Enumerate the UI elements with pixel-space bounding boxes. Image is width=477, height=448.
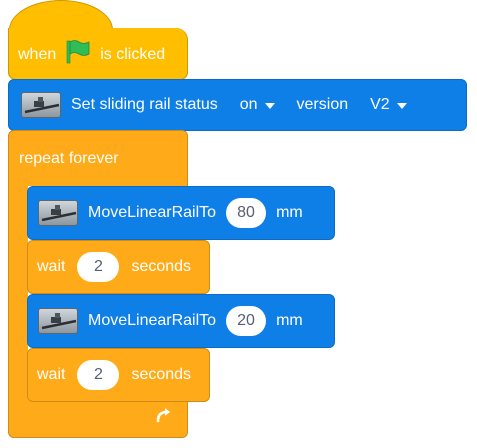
sliding-rail-icon [38, 200, 78, 226]
repeat-forever-block[interactable]: repeat forever [8, 130, 188, 186]
seconds-label: seconds [131, 258, 192, 275]
set-sliding-rail-block[interactable]: Set sliding rail status on version V2 [8, 79, 467, 131]
is-clicked-label: is clicked [100, 45, 166, 63]
wait-block[interactable]: wait 2 seconds [27, 348, 210, 402]
repeat-forever-label: repeat forever [19, 150, 119, 167]
version-value: V2 [370, 96, 390, 113]
version-label: version [296, 96, 349, 113]
move-linear-rail-block[interactable]: MoveLinearRailTo 80 mm [27, 186, 335, 240]
sliding-rail-icon [38, 308, 78, 334]
wait-seconds-input[interactable]: 2 [77, 360, 120, 390]
sliding-rail-icon [21, 92, 61, 118]
when-label: when [18, 45, 57, 63]
move-label: MoveLinearRailTo [88, 312, 217, 329]
loop-arrow-icon [153, 406, 175, 433]
distance-input[interactable]: 20 [226, 306, 267, 336]
seconds-label: seconds [131, 366, 192, 383]
version-dropdown[interactable]: V2 [370, 96, 407, 114]
green-flag-icon [64, 39, 92, 70]
unit-label: mm [276, 312, 303, 329]
set-rail-label: Set sliding rail status [71, 96, 218, 113]
move-label: MoveLinearRailTo [88, 204, 217, 221]
wait-seconds-input[interactable]: 2 [77, 252, 120, 282]
wait-label: wait [37, 366, 66, 383]
repeat-footer [8, 400, 188, 438]
unit-label: mm [276, 204, 303, 221]
repeat-arm [8, 185, 28, 405]
chevron-down-icon [264, 103, 275, 109]
chevron-down-icon [396, 103, 407, 109]
distance-input[interactable]: 80 [226, 198, 267, 228]
status-value: on [239, 96, 258, 113]
move-linear-rail-block[interactable]: MoveLinearRailTo 20 mm [27, 294, 335, 348]
hat-row: when is clicked [18, 39, 165, 70]
wait-label: wait [37, 258, 66, 275]
status-dropdown[interactable]: on [240, 96, 275, 114]
wait-block[interactable]: wait 2 seconds [27, 240, 210, 294]
